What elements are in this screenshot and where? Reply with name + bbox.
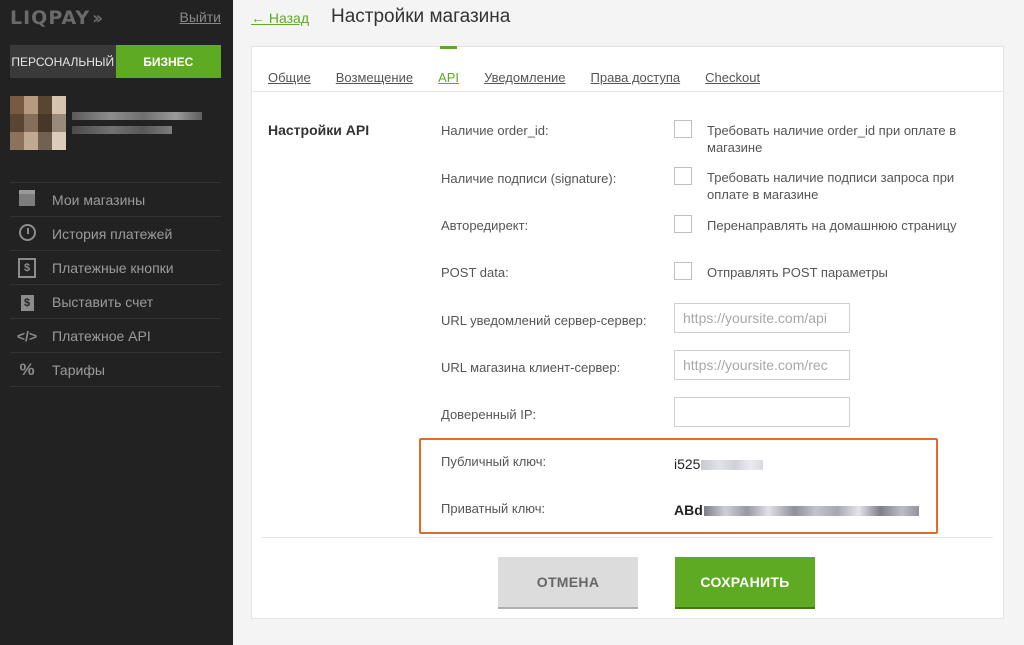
trusted-ip-label: Доверенный IP:	[441, 407, 537, 422]
autoredirect-checkbox[interactable]	[674, 215, 692, 233]
logo-text: LIQPAY	[10, 7, 91, 29]
form-divider	[262, 537, 993, 538]
back-link[interactable]: ← Назад	[251, 10, 309, 26]
private-key-value[interactable]: ABd	[674, 502, 919, 518]
private-key-text: ABd	[674, 502, 703, 518]
dollar-icon: $	[16, 257, 38, 278]
personal-account-button[interactable]: ПЕРСОНАЛЬНЫЙ	[10, 45, 116, 78]
redacted-blur	[703, 506, 919, 517]
user-profile[interactable]	[10, 96, 221, 152]
redacted-blur	[701, 460, 764, 471]
tab-notification[interactable]: Уведомление	[484, 70, 565, 91]
autoredirect-description: Перенаправлять на домашнюю страницу	[707, 218, 957, 233]
sidebar-item-label: Тарифы	[52, 361, 105, 378]
signature-checkbox[interactable]	[674, 167, 692, 185]
percent-icon: %	[19, 359, 35, 379]
keys-highlight-box	[419, 438, 938, 534]
sidebar-item-label: История платежей	[52, 225, 173, 242]
sidebar-item-label: Мои магазины	[52, 191, 146, 208]
public-key-label: Публичный ключ:	[441, 454, 547, 469]
sidebar-item-invoice[interactable]: $ Выставить счет	[10, 285, 221, 319]
logout-link[interactable]: Выйти	[180, 9, 221, 25]
sidebar-item-tariffs[interactable]: % Тарифы	[10, 353, 221, 387]
pixelated-user-email	[72, 126, 172, 134]
double-chevron-icon: ››	[92, 8, 103, 29]
sidebar-item-label: Платежные кнопки	[52, 259, 174, 276]
invoice-icon: $	[16, 293, 38, 311]
autoredirect-label: Авторедирект:	[441, 218, 529, 233]
sidebar-item-payment-api[interactable]: </> Платежное API	[10, 319, 221, 353]
order-id-checkbox[interactable]	[674, 120, 692, 138]
business-account-button[interactable]: БИЗНЕС	[115, 45, 221, 78]
store-icon	[16, 190, 38, 209]
sidebar-item-label: Выставить счет	[52, 293, 154, 310]
tab-access-rights[interactable]: Права доступа	[591, 70, 681, 91]
section-title: Настройки API	[268, 122, 370, 138]
post-data-label: POST data:	[441, 265, 509, 280]
settings-tabs: Общие Возмещение API Уведомление Права д…	[268, 46, 785, 91]
tab-checkout[interactable]: Checkout	[705, 70, 760, 91]
tab-api[interactable]: API	[438, 46, 459, 91]
sidebar-item-label: Платежное API	[52, 327, 151, 344]
result-url-input[interactable]	[674, 350, 850, 380]
public-key-value[interactable]: i525	[674, 456, 764, 472]
sidebar: LIQPAY ›› Выйти ПЕРСОНАЛЬНЫЙ БИЗНЕС Мои м…	[0, 0, 233, 645]
liqpay-logo[interactable]: LIQPAY ››	[10, 7, 103, 29]
signature-description: Требовать наличие подписи запроса при оп…	[707, 170, 955, 202]
page-title: Настройки магазина	[331, 6, 511, 27]
sidebar-item-payment-history[interactable]: История платежей	[10, 217, 221, 251]
private-key-label: Приватный ключ:	[441, 501, 546, 516]
sidebar-item-payment-buttons[interactable]: $ Платежные кнопки	[10, 251, 221, 285]
post-data-description: Отправлять POST параметры	[707, 265, 888, 280]
post-data-checkbox[interactable]	[674, 262, 692, 280]
sidebar-item-my-shops[interactable]: Мои магазины	[10, 183, 221, 217]
signature-label: Наличие подписи (signature):	[441, 171, 617, 186]
cancel-button[interactable]: ОТМЕНА	[498, 557, 638, 609]
tabs-divider	[252, 91, 1003, 92]
tab-general[interactable]: Общие	[268, 70, 311, 91]
save-button[interactable]: СОХРАНИТЬ	[675, 557, 815, 609]
account-type-toggle: ПЕРСОНАЛЬНЫЙ БИЗНЕС	[10, 45, 221, 78]
order-id-label: Наличие order_id:	[441, 123, 549, 138]
public-key-text: i525	[674, 456, 701, 472]
history-icon	[16, 223, 38, 244]
server-url-input[interactable]	[674, 303, 850, 333]
result-url-label: URL магазина клиент-сервер:	[441, 360, 621, 375]
pixelated-user-name	[72, 112, 202, 120]
settings-panel: Общие Возмещение API Уведомление Права д…	[251, 46, 1004, 619]
avatar	[10, 96, 66, 150]
order-id-description: Требовать наличие order_id при оплате в …	[707, 123, 957, 155]
trusted-ip-input[interactable]	[674, 397, 850, 427]
tab-refund[interactable]: Возмещение	[336, 70, 413, 91]
sidebar-nav: Мои магазины История платежей $ Платежны…	[10, 182, 221, 387]
code-icon: </>	[16, 327, 38, 344]
server-url-label: URL уведомлений сервер-сервер:	[441, 313, 647, 328]
